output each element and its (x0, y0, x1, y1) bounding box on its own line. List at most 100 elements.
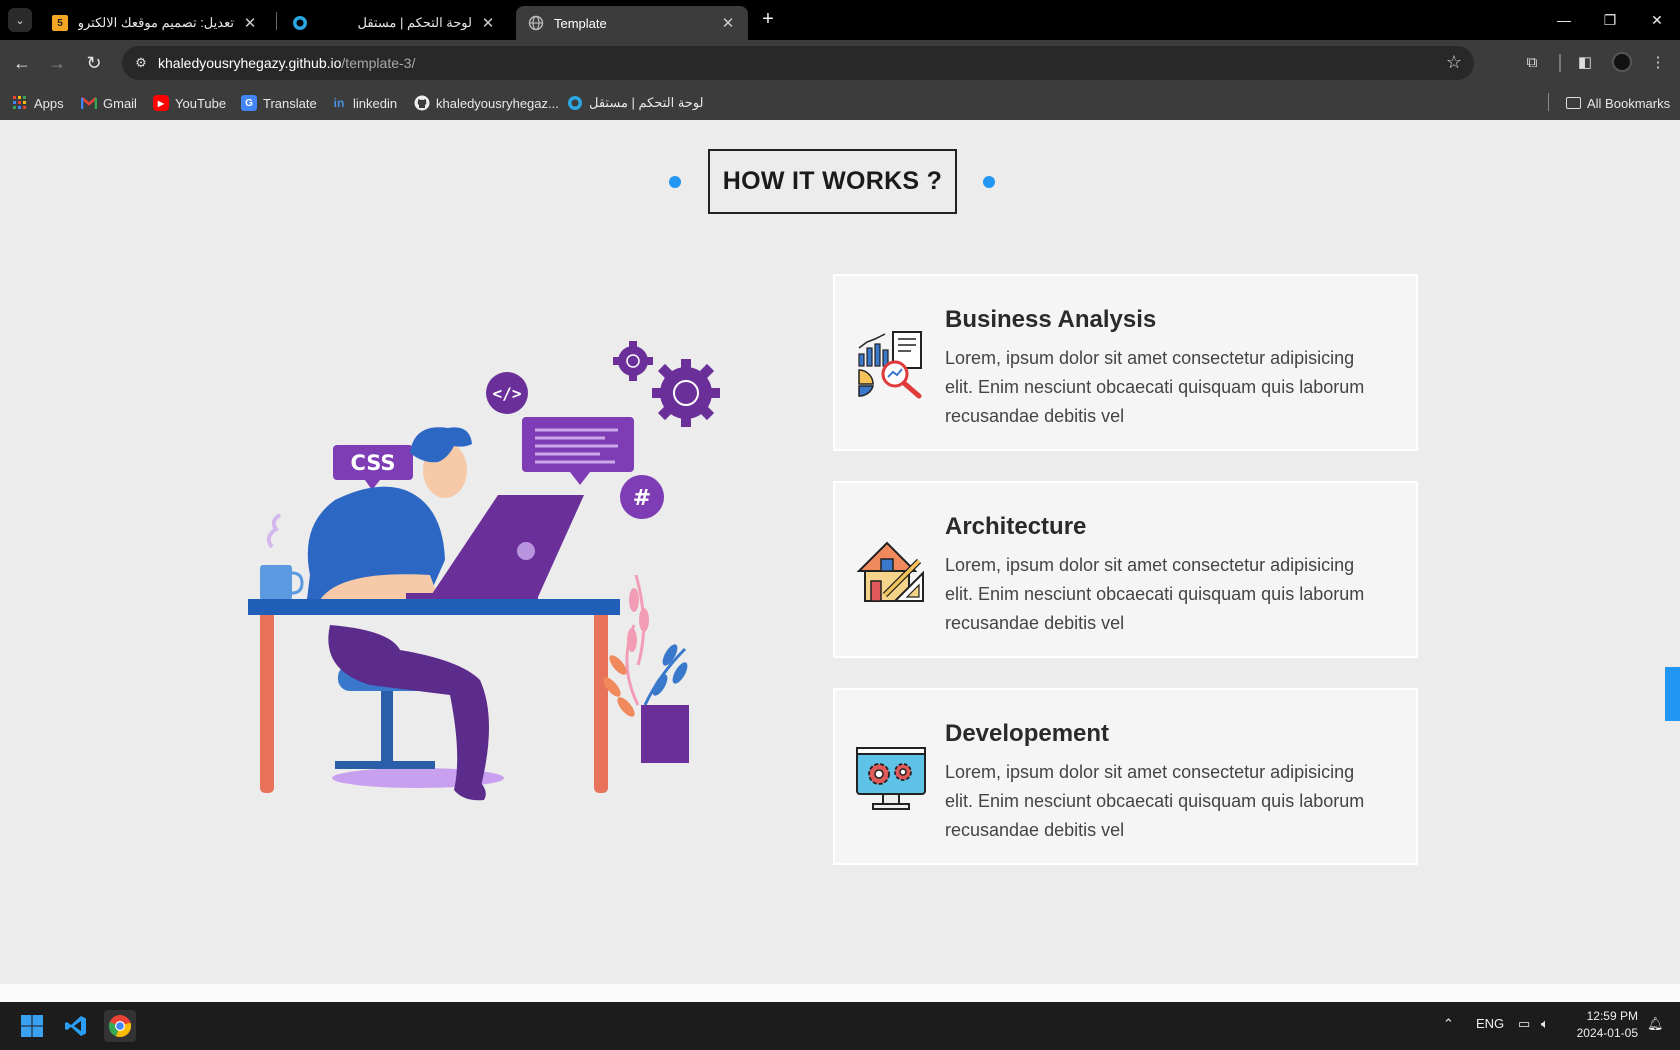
bookmark-label: Gmail (103, 95, 137, 111)
development-icon (856, 747, 926, 810)
card-business-analysis: Business Analysis Lorem, ipsum dolor sit… (833, 274, 1418, 451)
business-analysis-icon (858, 331, 922, 399)
side-panel-icon[interactable]: ◧ (1574, 52, 1596, 74)
tab-mostaql[interactable]: لوحة التحكم | مستقل ✕ (280, 6, 508, 40)
gmail-icon (81, 95, 97, 111)
bookmark-label: لوحة التحكم | مستقل (589, 95, 704, 110)
heading-dot-right (983, 176, 995, 188)
code-icon: </> (486, 372, 528, 414)
taskbar-clock[interactable]: 12:59 PM 2024-01-05 (1572, 1008, 1638, 1042)
globe-icon (528, 15, 544, 31)
card-title: Architecture (945, 513, 1087, 540)
bookmark-label: All Bookmarks (1587, 95, 1671, 111)
menu-kebab-icon[interactable]: ⋮ (1647, 52, 1669, 74)
small-gear-icon (613, 341, 653, 381)
extensions-icon[interactable]: ⧉ (1521, 52, 1543, 74)
network-icon[interactable]: ▭ (1518, 1016, 1530, 1032)
tab-divider (276, 12, 277, 30)
vscode-icon[interactable] (60, 1010, 92, 1042)
browser-toolbar: ← → ↻ ⚙ khaledyousryhegazy.github.io/tem… (0, 40, 1680, 86)
card-title: Developement (945, 720, 1110, 747)
chair-post (381, 691, 393, 765)
url-host: khaledyousryhegazy.github.io (158, 55, 342, 71)
minimize-icon[interactable]: — (1541, 0, 1587, 40)
mostaql-icon (292, 15, 308, 31)
url-path: /template-3/ (341, 55, 416, 71)
page-footer-edge (0, 984, 1680, 1002)
restore-icon[interactable]: ❐ (1587, 0, 1633, 40)
tab-favicon-5: 5 (52, 15, 68, 31)
language-indicator[interactable]: ENG (1476, 1016, 1504, 1031)
volume-icon[interactable]: 🔈︎ (1541, 1016, 1549, 1032)
bookmark-label: khaledyousryhegaz... (436, 95, 559, 111)
bookmark-all-bookmarks[interactable]: All Bookmarks (1566, 92, 1670, 114)
tab-edit-website[interactable]: 5 تعديل: تصميم موقعك الالكتروني ✕ (40, 6, 270, 40)
laptop-screen (430, 495, 584, 597)
bookmark-translate[interactable]: G Translate (241, 92, 317, 114)
chat-bubble-icon (522, 417, 634, 485)
youtube-icon: ▶ (153, 95, 169, 111)
bookmark-gmail[interactable]: Gmail (81, 92, 137, 114)
chrome-icon[interactable] (104, 1010, 136, 1042)
profile-avatar[interactable] (1612, 52, 1632, 72)
bookmark-label: linkedin (353, 95, 398, 111)
card-title: Business Analysis (945, 306, 1157, 333)
architecture-icon (856, 541, 924, 602)
new-tab-button[interactable]: + (756, 8, 780, 32)
desk-top (248, 599, 620, 615)
address-bar[interactable]: ⚙ khaledyousryhegazy.github.io/template-… (122, 46, 1474, 80)
chair-base (335, 761, 435, 769)
card-text: Lorem, ipsum dolor sit amet consectetur … (945, 762, 1365, 840)
forward-icon[interactable]: → (44, 50, 70, 76)
bookmark-linkedin[interactable]: in linkedin (331, 92, 397, 114)
laptop-base (406, 593, 538, 599)
section-title: HOW IT WORKS ? (708, 149, 957, 214)
url-text[interactable]: khaledyousryhegazy.github.io/template-3/ (158, 46, 415, 80)
site-info-icon[interactable]: ⚙ (132, 54, 150, 72)
tab-search-button[interactable]: ⌄ (8, 8, 32, 32)
bookmark-label: Translate (263, 95, 317, 111)
windows-start-icon[interactable] (16, 1010, 48, 1042)
reload-icon[interactable]: ↻ (81, 50, 107, 76)
desk-leg-left (260, 610, 274, 793)
apps-grid-icon (12, 95, 28, 111)
github-icon (414, 95, 430, 111)
translate-icon: G (241, 95, 257, 111)
card-text: Lorem, ipsum dolor sit amet consectetur … (945, 555, 1365, 633)
tab-template[interactable]: Template ✕ (516, 6, 748, 40)
notification-bell-icon[interactable]: 🔔︎ (1647, 1016, 1664, 1032)
page-viewport: HOW IT WORKS ? </> # CSS Business Analys… (0, 120, 1680, 984)
card-text: Lorem, ipsum dolor sit amet consectetur … (945, 348, 1365, 426)
tab-strip: ⌄ 5 تعديل: تصميم موقعك الالكتروني ✕ لوحة… (0, 0, 1680, 40)
toolbar-divider (1559, 54, 1561, 72)
section-heading: HOW IT WORKS ? (0, 149, 1664, 214)
windows-taskbar: ⌃ ENG ▭ 🔈︎ 12:59 PM 2024-01-05 🔔︎ (0, 1002, 1680, 1050)
bookmark-youtube[interactable]: ▶ YouTube (153, 92, 226, 114)
card-development: Developement Lorem, ipsum dolor sit amet… (833, 688, 1418, 865)
bookmark-label: Apps (34, 95, 64, 111)
close-icon[interactable]: ✕ (720, 14, 736, 32)
bookmark-apps[interactable]: Apps (12, 92, 64, 114)
close-icon[interactable]: ✕ (242, 14, 258, 32)
window-close-icon[interactable]: ✕ (1634, 0, 1680, 40)
back-icon[interactable]: ← (9, 50, 35, 76)
bookmark-mostaql[interactable]: لوحة التحكم | مستقل (567, 92, 704, 114)
close-icon[interactable]: ✕ (480, 14, 496, 32)
bookmarks-divider (1548, 93, 1549, 111)
hash-icon: # (620, 475, 664, 519)
card-architecture: Architecture Lorem, ipsum dolor sit amet… (833, 481, 1418, 658)
mostaql-icon (567, 95, 583, 111)
tray-overflow-icon[interactable]: ⌃ (1443, 1016, 1454, 1032)
bookmark-star-icon[interactable]: ☆ (1446, 52, 1462, 73)
developer-illustration: </> # CSS (248, 341, 720, 801)
bookmark-label: YouTube (175, 95, 227, 111)
laptop-logo (517, 542, 535, 560)
folder-icon (1566, 97, 1581, 109)
tab-title: تعديل: تصميم موقعك الالكتروني (78, 15, 234, 30)
bookmark-github[interactable]: khaledyousryhegaz... (414, 92, 559, 114)
clock-time: 12:59 PM (1586, 1009, 1638, 1023)
page-scroll-thumb[interactable] (1665, 667, 1680, 721)
svg-text:CSS: CSS (350, 451, 395, 475)
coffee-cup-icon (260, 513, 304, 600)
css-bubble-icon: CSS (333, 445, 413, 490)
